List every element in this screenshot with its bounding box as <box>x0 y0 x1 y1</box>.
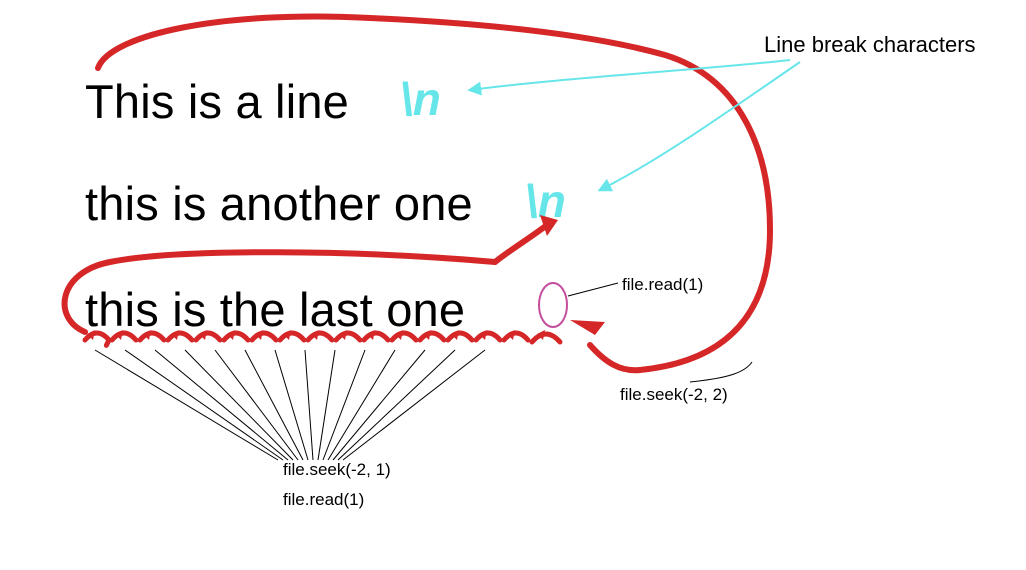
connector-read1-top <box>568 283 618 296</box>
cyan-arrows <box>470 60 800 190</box>
label-file-seek-end: file.seek(-2, 2) <box>620 385 728 405</box>
label-file-read-1-bottom: file.read(1) <box>283 490 364 510</box>
file-line-2: this is another one <box>85 176 473 231</box>
red-big-loop-arrowhead <box>570 320 605 335</box>
red-hook-newline2 <box>495 225 547 262</box>
newline-mark-1: \n <box>400 72 441 126</box>
label-file-seek-cur: file.seek(-2, 1) <box>283 460 391 480</box>
magenta-circle-last-char <box>539 283 567 327</box>
file-line-1: This is a line <box>85 74 349 129</box>
connector-seek-end <box>690 362 752 382</box>
fan-connectors <box>95 350 485 460</box>
label-file-read-1-top: file.read(1) <box>622 275 703 295</box>
line-break-characters-label: Line break characters <box>764 32 976 58</box>
newline-mark-2: \n <box>525 174 566 228</box>
file-line-3: this is the last one <box>85 282 465 337</box>
